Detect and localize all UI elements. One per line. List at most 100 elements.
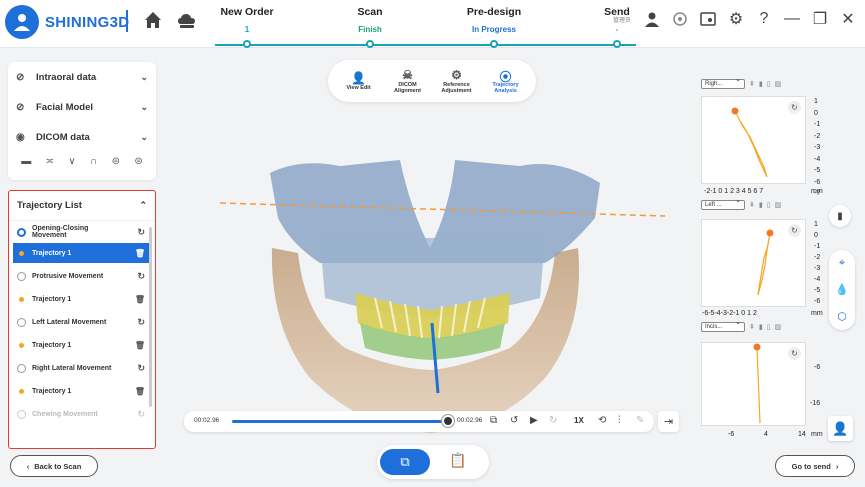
- refresh-icon[interactable]: ↻: [788, 347, 801, 360]
- erase-icon[interactable]: ✎: [636, 415, 644, 426]
- delete-icon[interactable]: 🗑: [135, 295, 145, 304]
- loop-icon[interactable]: ⟲: [598, 415, 606, 426]
- target-icon[interactable]: [671, 10, 689, 28]
- radio-disabled[interactable]: [17, 409, 26, 419]
- jaw-view-icon[interactable]: ∩: [90, 156, 97, 167]
- jaw-view-icon[interactable]: ∨: [68, 156, 75, 167]
- hatch-icon[interactable]: ▨: [775, 323, 782, 331]
- eye-hidden-icon[interactable]: ⊘: [16, 102, 30, 113]
- user-icon[interactable]: [643, 10, 661, 28]
- delete-icon[interactable]: 🗑: [135, 249, 145, 258]
- radio-unselected[interactable]: [17, 363, 26, 373]
- radio-selected[interactable]: [17, 227, 26, 237]
- minimize-icon[interactable]: —: [783, 10, 801, 28]
- view-select[interactable]: Incis...: [701, 319, 745, 332]
- tooth-icon[interactable]: ▮: [759, 80, 763, 88]
- layer-icon[interactable]: ⇞: [749, 201, 755, 209]
- tooth-icon[interactable]: ▮: [759, 201, 763, 209]
- split-view-icon[interactable]: ⧉: [490, 415, 497, 426]
- refresh-icon[interactable]: ↻: [137, 409, 145, 420]
- go-to-send-button[interactable]: Go to send ›: [775, 455, 855, 477]
- graph-2-plot[interactable]: ↻: [701, 219, 806, 307]
- cup-icon[interactable]: ▯: [767, 323, 771, 331]
- delete-icon[interactable]: 🗑: [135, 387, 145, 396]
- trajectory-item[interactable]: Trajectory 1 🗑: [13, 335, 151, 355]
- view-select[interactable]: Righ...: [701, 76, 745, 89]
- movement-right-lateral[interactable]: Right Lateral Movement ↻: [9, 355, 155, 381]
- settings-icon[interactable]: ⚙: [727, 10, 745, 28]
- patient-avatar-icon[interactable]: 👤: [828, 416, 853, 441]
- refresh-icon[interactable]: ↻: [788, 224, 801, 237]
- forward-icon[interactable]: ↻: [549, 415, 557, 426]
- graph-3-plot[interactable]: ↻: [701, 342, 806, 426]
- report-mode-icon[interactable]: 📋: [449, 452, 466, 469]
- refresh-icon[interactable]: ↻: [137, 271, 145, 282]
- play-icon[interactable]: ▶: [530, 415, 538, 426]
- movement-protrusive[interactable]: Protrusive Movement ↻: [9, 263, 155, 289]
- delete-icon[interactable]: 🗑: [135, 341, 145, 350]
- data-item-dicom[interactable]: ◉ DICOM data ⌄: [8, 122, 156, 152]
- trajectory-item[interactable]: Trajectory 1 🗑: [13, 243, 151, 263]
- 3d-viewport[interactable]: [160, 48, 690, 438]
- hatch-icon[interactable]: ▨: [775, 201, 782, 209]
- chevron-up-icon[interactable]: ⌃: [139, 200, 147, 211]
- refresh-icon[interactable]: ↻: [137, 363, 145, 374]
- trajectory-item[interactable]: Trajectory 1 🗑: [13, 289, 151, 309]
- trajectory-item[interactable]: Trajectory 1 🗑: [13, 381, 151, 401]
- hatch-icon[interactable]: ▨: [775, 80, 782, 88]
- exit-icon[interactable]: ⇥: [658, 411, 679, 432]
- chevron-down-icon[interactable]: ⌄: [140, 102, 148, 113]
- movement-opening-closing[interactable]: Opening-Closing Movement ↻: [9, 221, 155, 243]
- back-to-scan-button[interactable]: ‹ Back to Scan: [10, 455, 98, 477]
- eye-icon[interactable]: ◉: [16, 132, 30, 143]
- tool-trajectory-analysis[interactable]: ⦿ Trajectory Analysis: [483, 68, 529, 94]
- cloud-sync-icon[interactable]: [176, 10, 198, 30]
- scrollbar[interactable]: [149, 227, 152, 407]
- tooth-view-icon[interactable]: ▮: [829, 205, 851, 227]
- jaw-view-icon[interactable]: ▬: [21, 156, 31, 167]
- jaw-view-icon[interactable]: ≍: [46, 156, 54, 167]
- tool-dicom-alignment[interactable]: ☠ DICOM Alignment: [385, 68, 431, 94]
- speed-selector[interactable]: 1X: [574, 416, 584, 425]
- cup-icon[interactable]: ▯: [767, 201, 771, 209]
- drop-icon[interactable]: 💧: [835, 283, 849, 296]
- radio-unselected[interactable]: [17, 271, 26, 281]
- tool-reference-adjustment[interactable]: ⚙ Reference Adjustment: [434, 68, 480, 94]
- refresh-icon[interactable]: ↻: [788, 101, 801, 114]
- step-pre-design[interactable]: Pre-design In Progress: [449, 6, 539, 48]
- trajectory-mode-icon[interactable]: ⧉: [380, 449, 430, 475]
- radio-unselected[interactable]: [17, 317, 26, 327]
- refresh-icon[interactable]: ↻: [137, 227, 145, 238]
- tool-view-edit[interactable]: 👤 View Edit: [336, 71, 382, 91]
- data-item-intraoral[interactable]: ⊘ Intraoral data ⌄: [8, 62, 156, 92]
- eye-hidden-icon[interactable]: ⊘: [16, 72, 30, 83]
- trajectory-list-header[interactable]: Trajectory List ⌃: [9, 191, 155, 221]
- jaw-view-icon[interactable]: ⊜: [112, 156, 120, 167]
- chevron-down-icon[interactable]: ⌄: [140, 132, 148, 143]
- restore-icon[interactable]: ❐: [811, 10, 829, 28]
- chevron-down-icon[interactable]: ⌄: [140, 72, 148, 83]
- layer-icon[interactable]: ⇞: [749, 80, 755, 88]
- rewind-icon[interactable]: ↺: [510, 415, 518, 426]
- home-icon[interactable]: [142, 9, 164, 31]
- help-icon[interactable]: ?: [755, 10, 773, 28]
- data-item-facial[interactable]: ⊘ Facial Model ⌄: [8, 92, 156, 122]
- movement-left-lateral[interactable]: Left Lateral Movement ↻: [9, 309, 155, 335]
- close-icon[interactable]: ✕: [839, 10, 857, 28]
- step-scan[interactable]: Scan Finish: [325, 6, 415, 48]
- cube-icon[interactable]: ⬡: [837, 310, 847, 323]
- playback-progress[interactable]: [232, 420, 447, 423]
- jaw-view-icon[interactable]: ⊜: [134, 156, 142, 167]
- cup-icon[interactable]: ▯: [767, 80, 771, 88]
- step-new-order[interactable]: New Order 1: [202, 6, 292, 48]
- playback-knob[interactable]: [442, 415, 454, 427]
- markers-icon[interactable]: ⫶: [618, 415, 621, 426]
- tooth-icon[interactable]: ▮: [759, 323, 763, 331]
- scan-view-icon[interactable]: ⌖: [839, 257, 845, 270]
- screenshot-icon[interactable]: [699, 10, 717, 28]
- movement-chewing[interactable]: Chewing Movement ↻: [9, 401, 155, 427]
- refresh-icon[interactable]: ↻: [137, 317, 145, 328]
- graph-1-plot[interactable]: ↻: [701, 96, 806, 184]
- layer-icon[interactable]: ⇞: [749, 323, 755, 331]
- view-select[interactable]: Left ...: [701, 197, 745, 210]
